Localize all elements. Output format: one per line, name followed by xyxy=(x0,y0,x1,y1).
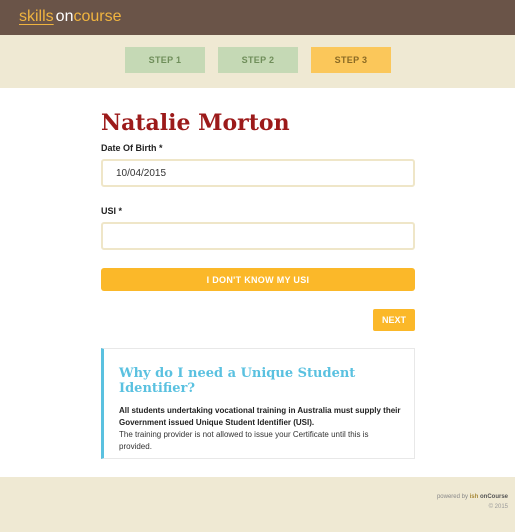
step-1-tab[interactable]: STEP 1 xyxy=(125,47,205,73)
usi-label: USI * xyxy=(101,206,123,216)
powered-by[interactable]: powered by ish onCourse xyxy=(437,494,508,500)
footer: powered by ish onCourse © 2015 xyxy=(0,477,515,532)
info-title: Why do I need a Unique Student Identifie… xyxy=(119,366,356,396)
usi-field[interactable] xyxy=(101,222,415,250)
dont-know-usi-button[interactable]: I DON'T KNOW MY USI xyxy=(101,268,415,291)
ish-brand: ish xyxy=(469,494,479,500)
step-3-tab[interactable]: STEP 3 xyxy=(311,47,391,73)
oncourse-brand: onCourse xyxy=(479,494,508,500)
next-button[interactable]: NEXT xyxy=(373,309,415,331)
student-name: Natalie Morton xyxy=(101,110,290,136)
top-bar: skills oncourse xyxy=(0,0,515,35)
info-bold-text: All students undertaking vocational trai… xyxy=(119,406,401,427)
copyright: © 2015 xyxy=(488,504,508,510)
step-2-tab[interactable]: STEP 2 xyxy=(218,47,298,73)
info-body-text: The training provider is not allowed to … xyxy=(119,430,369,451)
powered-prefix: powered by xyxy=(436,494,468,500)
usi-info-box: Why do I need a Unique Student Identifie… xyxy=(101,348,415,459)
logo-on: on xyxy=(55,8,74,25)
dob-label: Date Of Birth * xyxy=(101,143,163,153)
dob-field[interactable] xyxy=(101,159,415,187)
skillsoncourse-logo[interactable]: skills oncourse xyxy=(19,7,122,27)
logo-skills: skills xyxy=(19,8,54,25)
logo-course: course xyxy=(73,8,122,25)
steps-bar: STEP 1 STEP 2 STEP 3 xyxy=(0,35,515,88)
